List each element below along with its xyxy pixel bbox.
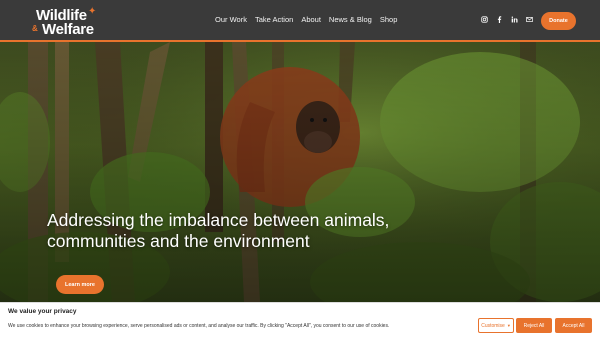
logo-star-icon: ✦ bbox=[88, 6, 97, 17]
instagram-icon[interactable] bbox=[481, 16, 488, 23]
logo-text-bottom: Welfare bbox=[42, 21, 94, 38]
mail-icon[interactable] bbox=[526, 16, 533, 23]
learn-more-button[interactable]: Learn more bbox=[56, 275, 104, 294]
accept-all-button[interactable]: Accept All bbox=[555, 318, 592, 333]
main-nav: Our Work Take Action About News & Blog S… bbox=[215, 15, 397, 24]
wildlife-welfare-logo[interactable]: Wildlife ✦ & Welfare bbox=[28, 6, 98, 38]
nav-our-work[interactable]: Our Work bbox=[215, 15, 247, 24]
social-links bbox=[481, 16, 533, 23]
nav-take-action[interactable]: Take Action bbox=[255, 15, 293, 24]
hero-section: Addressing the imbalance between animals… bbox=[0, 42, 600, 302]
customise-button[interactable]: Customise ▼ bbox=[478, 318, 514, 333]
site-header: Wildlife ✦ & Welfare Our Work Take Actio… bbox=[0, 0, 600, 42]
facebook-icon[interactable] bbox=[496, 16, 503, 23]
cookie-title: We value your privacy bbox=[8, 308, 77, 315]
nav-about[interactable]: About bbox=[301, 15, 321, 24]
hero-heading: Addressing the imbalance between animals… bbox=[47, 210, 390, 251]
donate-button[interactable]: Donate bbox=[541, 12, 576, 30]
customise-label: Customise bbox=[481, 322, 505, 329]
reject-all-button[interactable]: Reject All bbox=[516, 318, 552, 333]
chevron-down-icon: ▼ bbox=[506, 323, 511, 328]
orangutan-forest-image bbox=[0, 42, 600, 302]
logo-ampersand: & bbox=[32, 24, 38, 33]
cookie-text: We use cookies to enhance your browsing … bbox=[8, 323, 390, 329]
linkedin-icon[interactable] bbox=[511, 16, 518, 23]
nav-news-blog[interactable]: News & Blog bbox=[329, 15, 372, 24]
cookie-consent-banner: We value your privacy We use cookies to … bbox=[0, 302, 600, 338]
nav-shop[interactable]: Shop bbox=[380, 15, 398, 24]
